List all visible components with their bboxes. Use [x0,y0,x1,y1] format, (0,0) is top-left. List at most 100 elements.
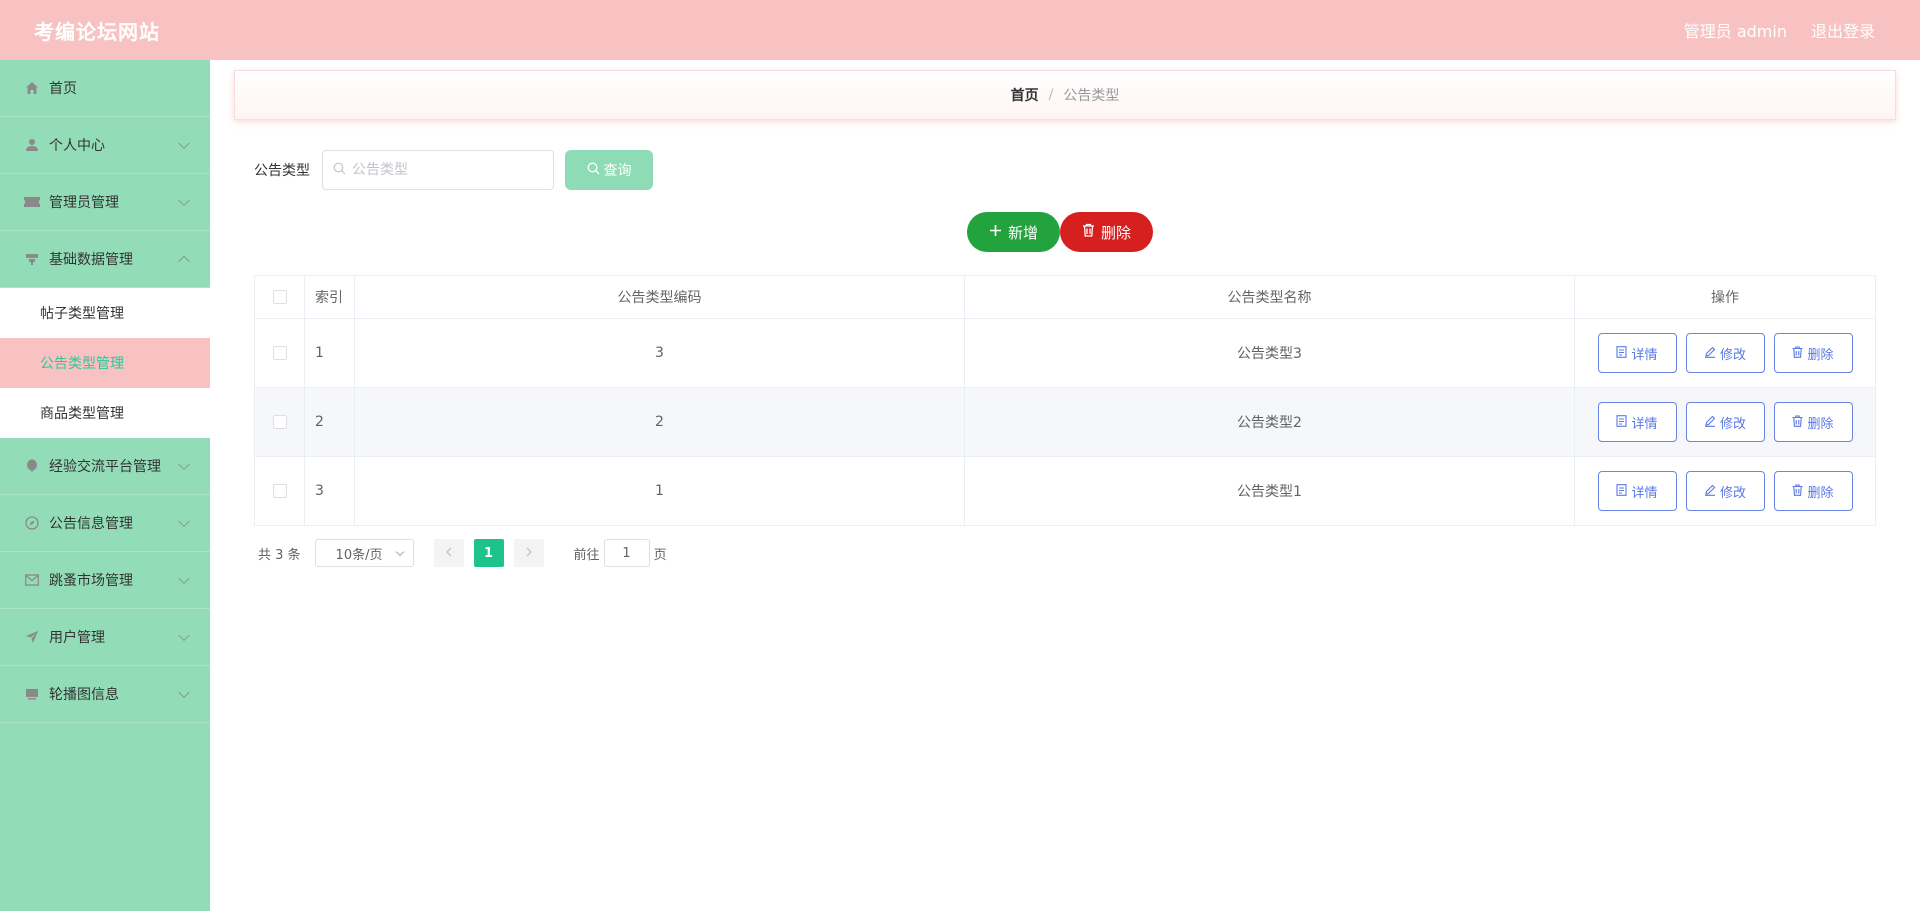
detail-button[interactable]: 详情 [1597,471,1677,511]
header-right: 管理员 admin 退出登录 [1684,18,1875,42]
sidebar-item-experience[interactable]: 经验交流平台管理 [0,438,210,495]
prev-page-button[interactable] [433,539,464,567]
row-checkbox[interactable] [272,484,287,498]
delete-button[interactable]: 删除 [1773,471,1853,511]
row-check-cell [254,318,305,388]
sidebar-item-basic-data[interactable]: 基础数据管理 [0,231,210,288]
sidebar-item-label: 首页 [49,81,77,97]
next-page-button[interactable] [513,539,544,567]
edit-label: 修改 [1719,415,1746,431]
submenu-item-goods-types[interactable]: 商品类型管理 [0,388,210,438]
cell-index: 3 [304,456,355,526]
sidebar-item-flea-market[interactable]: 跳蚤市场管理 [0,552,210,609]
sidebar-item-label: 经验交流平台管理 [49,459,161,475]
sidebar-item-profile[interactable]: 个人中心 [0,117,210,174]
chevron-down-icon [178,458,190,471]
batch-delete-button[interactable]: 删除 [1060,212,1153,252]
search-input[interactable] [352,162,532,178]
logout-link[interactable]: 退出登录 [1811,18,1875,42]
query-button-label: 查询 [603,162,632,178]
notice-type-table: 索引 公告类型编码 公告类型名称 操作 1 3 公告类型3 详情 修改 删除 2… [254,275,1876,526]
user-icon [24,137,40,153]
goto-page-input[interactable] [603,539,650,567]
data-icon [24,251,40,267]
cell-code: 2 [354,387,965,457]
add-button-label: 新增 [1007,224,1038,242]
sidebar-item-label: 个人中心 [49,138,105,154]
cell-code: 3 [354,318,965,388]
page-size-select[interactable]: 10条/页 [314,539,414,567]
document-icon [1616,483,1628,499]
delete-button[interactable]: 删除 [1773,402,1853,442]
submenu-item-notice-types[interactable]: 公告类型管理 [0,338,210,388]
edit-button[interactable]: 修改 [1685,333,1765,373]
sidebar-item-carousel[interactable]: 轮播图信息 [0,666,210,723]
chevron-down-icon [178,137,190,150]
detail-label: 详情 [1631,346,1658,362]
cell-name: 公告类型3 [964,318,1575,388]
batch-delete-label: 删除 [1100,224,1131,242]
row-check-cell [254,456,305,526]
search-icon [587,162,600,178]
cell-ops: 详情 修改 删除 [1574,387,1876,457]
goto-suffix: 页 [653,547,667,563]
send-icon [24,629,40,645]
sidebar-item-admins[interactable]: 管理员管理 [0,174,210,231]
row-checkbox[interactable] [272,346,287,360]
add-button[interactable]: 新增 [967,212,1060,252]
cell-ops: 详情 修改 删除 [1574,456,1876,526]
chevron-up-icon [178,255,190,268]
breadcrumb-home[interactable]: 首页 [1011,85,1039,105]
page-number-current[interactable]: 1 [473,539,504,567]
table-row: 1 3 公告类型3 详情 修改 删除 [254,318,1876,388]
compass-icon [24,515,40,531]
search-bar: 公告类型 查询 [254,150,653,190]
chevron-down-icon [178,629,190,642]
select-all-checkbox[interactable] [272,290,287,304]
breadcrumb-current: 公告类型 [1063,88,1120,104]
trash-icon [1792,345,1803,361]
cell-index: 2 [304,387,355,457]
ticket-icon [24,194,40,210]
page-size-value: 10条/页 [335,547,383,563]
sidebar-item-label: 用户管理 [49,630,105,646]
edit-button[interactable]: 修改 [1685,471,1765,511]
column-header-ops: 操作 [1574,275,1876,319]
delete-button[interactable]: 删除 [1773,333,1853,373]
edit-button[interactable]: 修改 [1685,402,1765,442]
pencil-icon [1704,346,1716,361]
basic-data-submenu: 帖子类型管理 公告类型管理 商品类型管理 [0,288,210,438]
column-header-name: 公告类型名称 [964,275,1575,319]
sidebar: 首页 个人中心 管理员管理 基础数据管理 帖子类型管理 公告类型管理 商品类型管… [0,60,210,911]
balloon-icon [24,458,40,474]
toolbar: 新增 删除 [967,212,1153,252]
trash-icon [1082,223,1095,241]
detail-button[interactable]: 详情 [1597,333,1677,373]
pencil-icon [1704,484,1716,499]
search-field[interactable] [322,150,554,190]
delete-label: 删除 [1807,346,1834,362]
submenu-item-post-types[interactable]: 帖子类型管理 [0,288,210,338]
sidebar-item-label: 轮播图信息 [49,687,119,703]
row-checkbox[interactable] [272,415,287,429]
pagination: 共 3 条 10条/页 1 前往 页 [258,539,667,567]
detail-label: 详情 [1631,415,1658,431]
sidebar-item-notices[interactable]: 公告信息管理 [0,495,210,552]
plus-icon [989,224,1002,241]
sidebar-item-label: 管理员管理 [49,195,119,211]
detail-button[interactable]: 详情 [1597,402,1677,442]
sidebar-item-label: 跳蚤市场管理 [49,573,133,589]
cell-ops: 详情 修改 删除 [1574,318,1876,388]
chevron-down-icon [178,515,190,528]
query-button[interactable]: 查询 [565,150,653,190]
cell-code: 1 [354,456,965,526]
delete-label: 删除 [1807,484,1834,500]
delete-label: 删除 [1807,415,1834,431]
sidebar-item-users[interactable]: 用户管理 [0,609,210,666]
sidebar-item-home[interactable]: 首页 [0,60,210,117]
top-header: 考编论坛网站 管理员 admin 退出登录 [0,0,1920,60]
page-jumper: 前往 页 [574,539,667,567]
chevron-right-icon [525,546,533,561]
current-user[interactable]: 管理员 admin [1684,18,1787,42]
table-row: 3 1 公告类型1 详情 修改 删除 [254,456,1876,526]
